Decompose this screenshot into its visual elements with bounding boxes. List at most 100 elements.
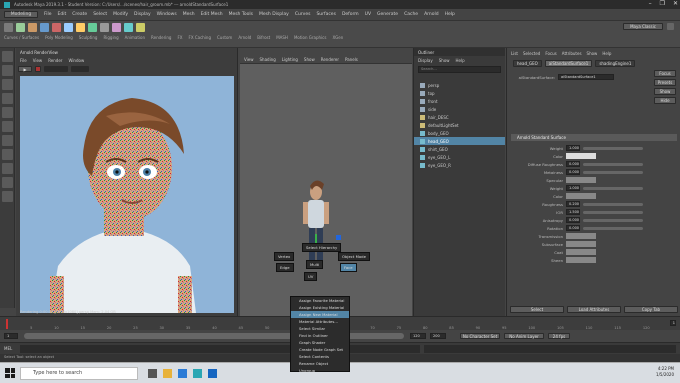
menuset-dropdown[interactable]: Modeling [4,11,38,18]
menu-item-select[interactable]: Select [93,12,107,17]
menu-item-help[interactable]: Help [445,12,455,17]
lasso-tool-icon[interactable] [2,65,13,76]
attr-color-swatch[interactable] [566,177,596,183]
shelf-tab[interactable]: Rendering [151,35,171,40]
shelf-tab[interactable]: Curves / Surfaces [4,35,39,40]
attr-color-swatch[interactable] [566,249,596,255]
shelf-tool-icon[interactable] [136,23,145,32]
context-menu-item[interactable]: Rename Object [291,360,349,367]
mail-icon[interactable] [208,368,217,378]
outliner-layout-icon[interactable] [2,191,13,202]
marking-menu-southwest[interactable]: Edge [276,263,294,272]
attr-menu-item[interactable]: Focus [545,51,556,56]
current-frame-field[interactable]: 1 [669,320,676,326]
attr-color-swatch[interactable] [566,153,596,159]
aov-dropdown[interactable] [44,66,68,72]
attr-slider[interactable] [583,210,644,214]
viewport-persp[interactable]: View Shading Lighting Show Renderer Panels Se… [240,48,412,316]
scale-tool-icon[interactable] [2,121,13,132]
workspace-dropdown[interactable]: Maya Classic [623,23,663,30]
viewport-menu-item[interactable]: Shading [260,57,276,62]
shelf-tool-icon[interactable] [76,23,85,32]
menu-item-uv[interactable]: UV [365,12,371,17]
context-menu-item[interactable]: Material Attributes... [291,318,349,325]
menu-item-surfaces[interactable]: Surfaces [316,12,336,17]
outliner-item[interactable]: side [414,105,505,113]
shelf-tool-icon[interactable] [52,23,61,32]
outliner-item[interactable]: head_GEO [414,137,505,145]
attr-value-field[interactable]: 1.000 [566,185,581,191]
renderview-menu-item[interactable]: View [33,58,43,63]
marking-menu-east[interactable]: Object Mode [338,252,370,261]
context-menu-item[interactable]: Assign New Material [291,311,349,318]
menu-item-arnold[interactable]: Arnold [424,12,439,17]
search-icon[interactable] [667,23,674,30]
taskbar-search-input[interactable]: Type here to search [20,366,138,380]
context-menu-item[interactable]: Assign Favorite Material [291,297,349,304]
range-end-field[interactable]: 200 [430,333,446,339]
marking-menu-center[interactable]: Multi [306,260,324,269]
node-name-field[interactable]: aiStandardSurface1 [558,74,614,80]
menu-item-mesh[interactable]: Mesh [183,12,195,17]
menu-item-curves[interactable]: Curves [295,12,311,17]
attr-menu-item[interactable]: Selected [523,51,540,56]
minimize-button[interactable]: – [649,0,652,7]
outliner-item[interactable]: front [414,97,505,105]
attr-tab[interactable]: shadingEngine1 [595,59,636,67]
attr-value-field[interactable]: 0.000 [566,169,581,175]
shelf-tab[interactable]: FX Caching [189,35,211,40]
outliner-menu-item[interactable]: Display [418,58,433,63]
shelf-tab[interactable]: Poly Modeling [45,35,73,40]
shelf-tab[interactable]: Sculpting [79,35,98,40]
outliner-item[interactable]: eye_GEO_R [414,161,505,169]
viewport-menu-item[interactable]: Show [304,57,315,62]
attr-value-field[interactable]: 0.000 [566,217,581,223]
menu-item-mesh-tools[interactable]: Mesh Tools [229,12,253,17]
menu-item-mesh-display[interactable]: Mesh Display [259,12,289,17]
shelf-tool-icon[interactable] [112,23,121,32]
menu-item-cache[interactable]: Cache [404,12,418,17]
command-input[interactable] [20,345,420,353]
attr-value-field[interactable]: 0.000 [566,225,581,231]
attr-color-swatch[interactable] [566,257,596,263]
attr-value-field[interactable]: 0.200 [566,201,581,207]
menu-item-generate[interactable]: Generate [377,12,398,17]
attr-value-field[interactable]: 0.000 [566,161,581,167]
shelf-tab[interactable]: XGen [332,35,343,40]
marking-menu-south[interactable]: UV [304,272,318,281]
close-button[interactable]: ✕ [673,0,678,7]
start-frame-field[interactable]: 1 [4,333,18,339]
attr-menu-item[interactable]: Help [602,51,611,56]
stop-render-button[interactable] [35,66,41,72]
browser-icon[interactable] [178,368,187,378]
outliner-item[interactable]: hair_DESC [414,113,505,121]
windows-start-icon[interactable] [5,368,15,378]
attr-slider[interactable] [583,170,644,174]
layout-two-icon[interactable] [2,177,13,188]
attr-color-swatch[interactable] [566,241,596,247]
shelf-tool-icon[interactable] [100,23,109,32]
shelf-tool-icon[interactable] [16,23,25,32]
shelf-tool-icon[interactable] [28,23,37,32]
outliner-item[interactable]: persp [414,81,505,89]
attr-menu-item[interactable]: Attributes [562,51,582,56]
renderview-menu-item[interactable]: File [20,58,27,63]
viewport-menu-item[interactable]: View [244,57,254,62]
menu-item-deform[interactable]: Deform [342,12,359,17]
attr-slider[interactable] [583,162,644,166]
attr-menu-item[interactable]: List [511,51,518,56]
viewport-menu-item[interactable]: Panels [345,57,358,62]
select-tool-icon[interactable] [2,51,13,62]
renderview-menu-item[interactable]: Window [68,58,84,63]
shelf-tab[interactable]: MASH [276,35,288,40]
render-image[interactable] [20,76,234,313]
outliner-item[interactable]: shirt_GEO [414,145,505,153]
marking-menu-west[interactable]: Vertex [274,252,295,261]
end-frame-field[interactable]: 120 [410,333,426,339]
renderview-menu-item[interactable]: Render [48,58,62,63]
shelf-tab[interactable]: Arnold [238,35,251,40]
task-view-icon[interactable] [148,368,157,378]
outliner-menu-item[interactable]: Help [456,58,465,63]
menu-item-modify[interactable]: Modify [113,12,128,17]
section-header[interactable]: Arnold Standard Surface [511,134,677,141]
